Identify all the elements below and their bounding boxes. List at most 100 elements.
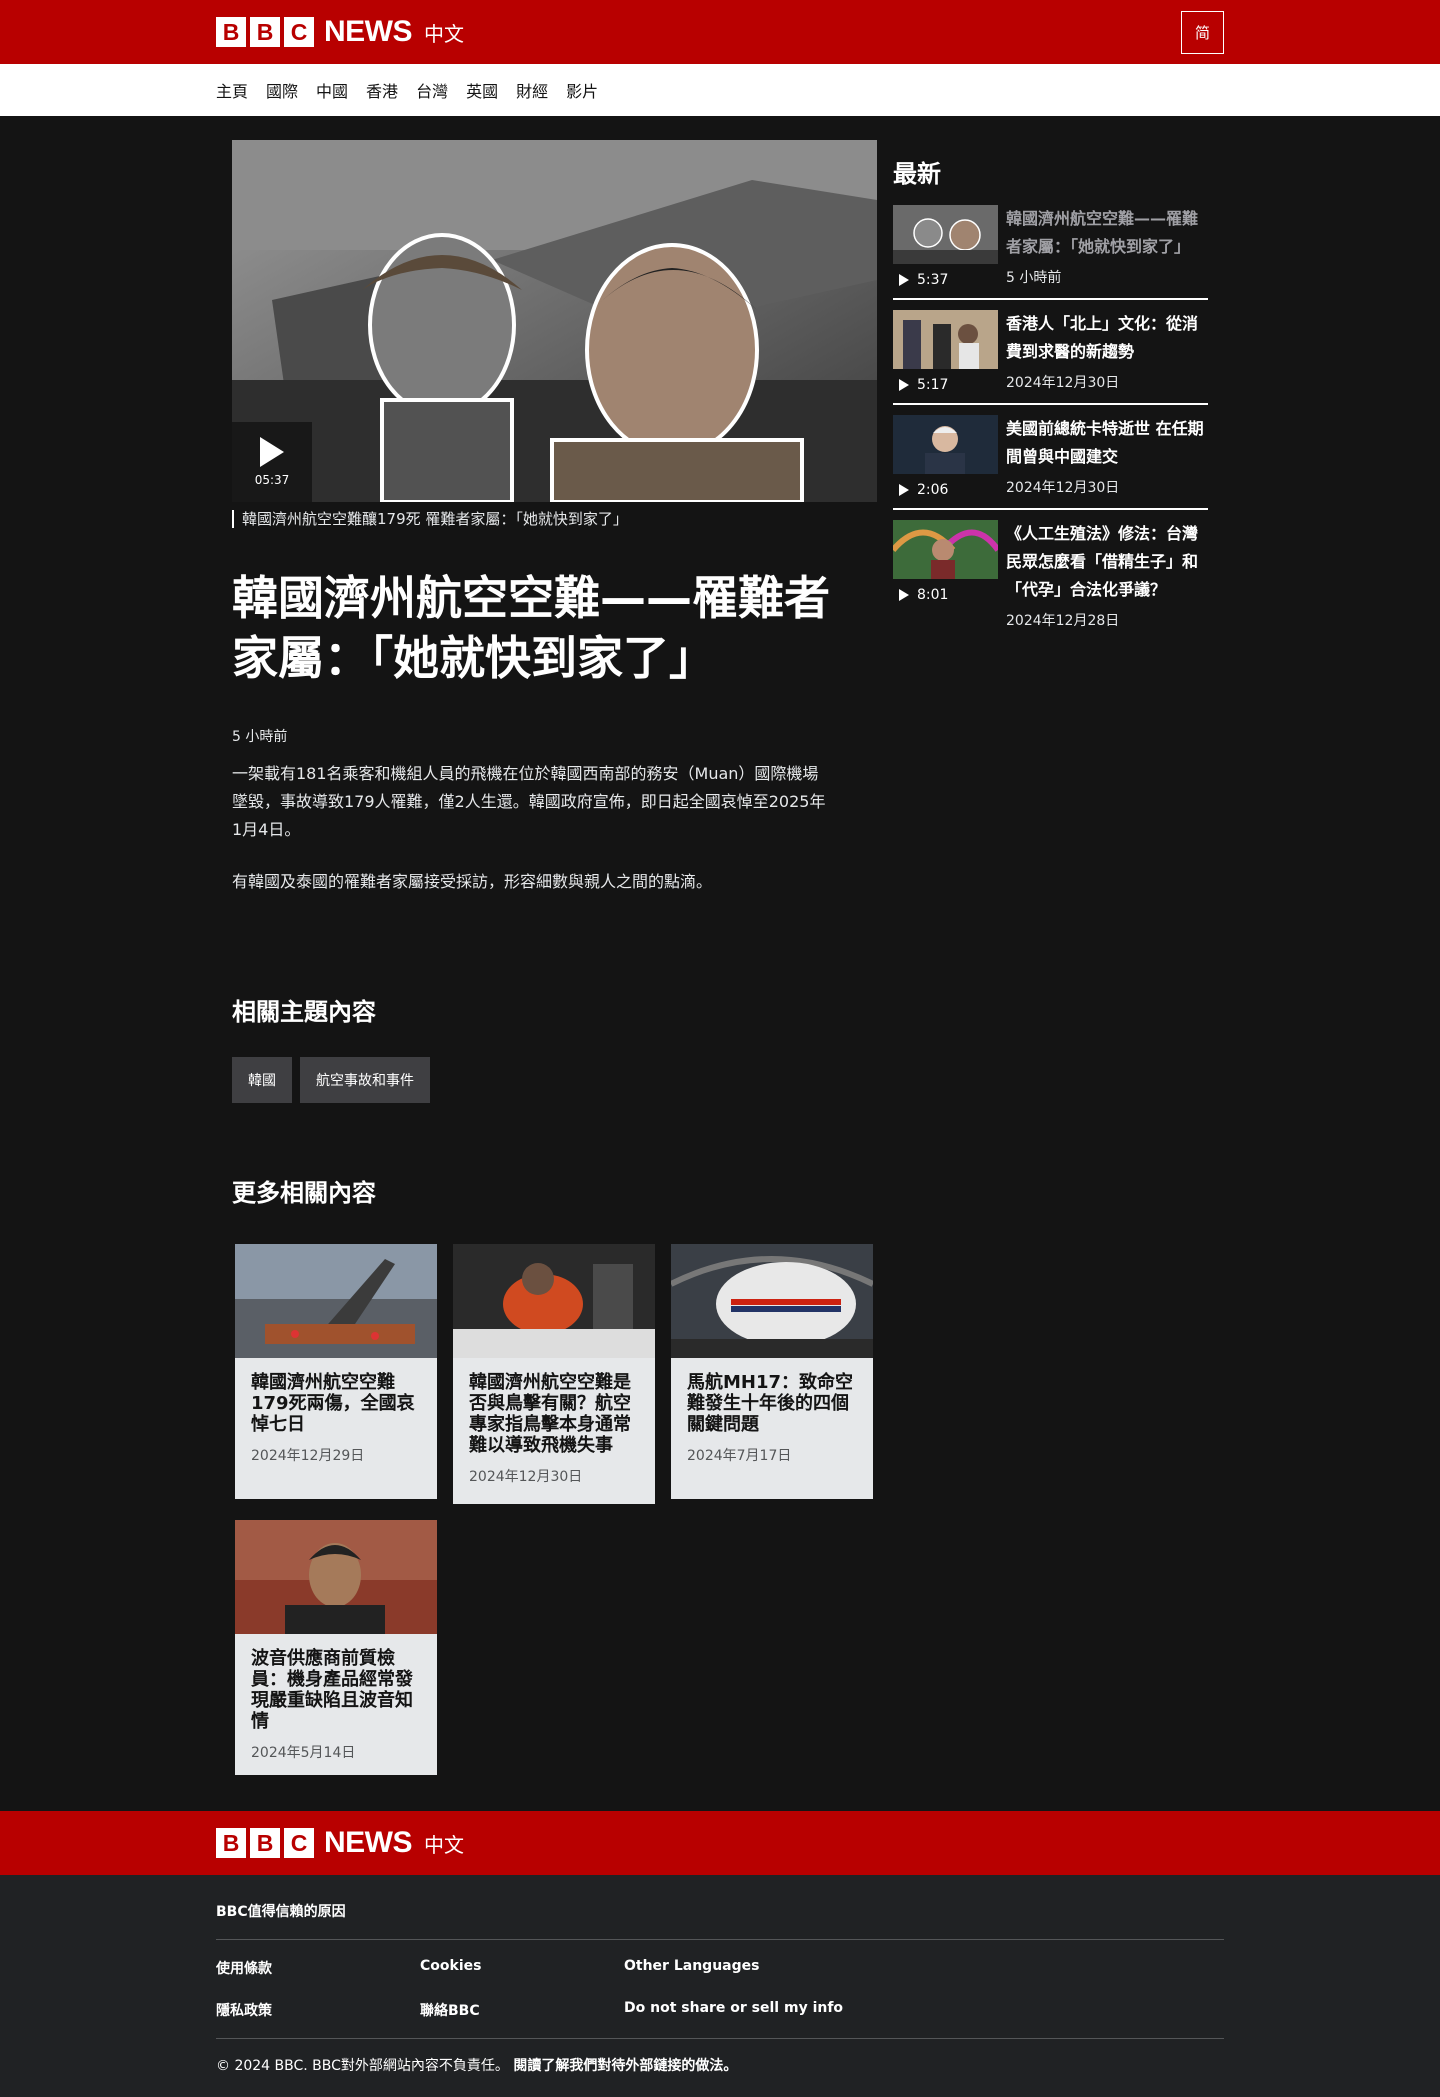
logo-letter-c: C xyxy=(284,17,314,47)
logo-letter-b1: B xyxy=(216,17,246,47)
latest-item-thumbnail xyxy=(893,520,998,579)
video-duration: 05:37 xyxy=(254,473,290,487)
topic-tag-korea[interactable]: 韓國 xyxy=(232,1057,292,1103)
copyright-notice: © 2024 BBC. BBC對外部網站內容不負責任。 閱讀了解我們對待外部鏈接… xyxy=(216,2055,1224,2075)
related-card-title: 韓國濟州航空空難是否與鳥擊有關？航空專家指鳥擊本身通常難以導致飛機失事 xyxy=(469,1372,631,1456)
related-card-image xyxy=(671,1244,873,1358)
logo-letter-b1: B xyxy=(216,1828,246,1858)
nav-item-uk[interactable]: 英國 xyxy=(466,78,498,102)
related-card-date: 2024年12月29日 xyxy=(251,1448,365,1464)
latest-item-title: 《人工生殖法》修法：台灣民眾怎麼看「借精生子」和「代孕」合法化爭議？ xyxy=(1006,524,1199,599)
article-paragraph: 一架載有181名乘客和機組人員的飛機在位於韓國西南部的務安（Muan）國際機場墜… xyxy=(232,764,826,839)
latest-item-title: 香港人「北上」文化：從消費到求醫的新趨勢 xyxy=(1006,314,1199,361)
logo-letter-c: C xyxy=(284,1828,314,1858)
logo-language-text: 中文 xyxy=(424,1832,464,1857)
latest-item-date: 2024年12月30日 xyxy=(1006,375,1120,391)
play-icon xyxy=(899,379,909,391)
latest-item-title: 韓國濟州航空空難——罹難者家屬：「她就快到家了」 xyxy=(1006,209,1199,256)
latest-item-title: 美國前總統卡特逝世 在任期間曾與中國建交 xyxy=(1006,419,1204,466)
latest-item-duration: 2:06 xyxy=(917,482,949,498)
main-navigation: 主頁 國際 中國 香港 台灣 英國 財經 影片 xyxy=(0,64,1440,116)
latest-item-date: 2024年12月30日 xyxy=(1006,480,1120,496)
latest-item[interactable]: 2:06 美國前總統卡特逝世 在任期間曾與中國建交 2024年12月30日 xyxy=(893,403,1208,508)
footer-link-cookies[interactable]: Cookies xyxy=(420,1958,624,1978)
related-card-date: 2024年7月17日 xyxy=(687,1448,792,1464)
related-card-title: 波音供應商前質檢員：機身產品經常發現嚴重缺陷且波音知情 xyxy=(251,1648,413,1732)
copyright-text: © 2024 BBC. BBC對外部網站內容不負責任。 xyxy=(216,2058,509,2074)
article-timestamp: 5 小時前 xyxy=(232,729,288,745)
latest-item-date: 2024年12月28日 xyxy=(1006,613,1120,629)
topic-tags: 韓國 航空事故和事件 xyxy=(232,1057,877,1103)
footer-link-privacy[interactable]: 隱私政策 xyxy=(216,2000,420,2020)
latest-item-duration: 8:01 xyxy=(917,587,949,603)
video-thumbnail-image xyxy=(232,140,877,502)
simplified-chinese-toggle-button[interactable]: 简 xyxy=(1181,10,1224,54)
related-cards-grid: 韓國濟州航空空難179死兩傷，全國哀悼七日 2024年12月29日 韓國濟州航空… xyxy=(232,1244,892,1775)
play-video-button[interactable]: 05:37 xyxy=(232,422,312,502)
latest-title: 最新 xyxy=(893,160,941,188)
article-column: 05:37 韓國濟州航空空難釀179死 罹難者家屬：「她就快到家了」 韓國濟州航… xyxy=(232,140,877,1775)
footer-link-do-not-sell[interactable]: Do not share or sell my info xyxy=(624,2000,924,2020)
nav-item-video[interactable]: 影片 xyxy=(566,78,598,102)
footer-link-contact[interactable]: 聯絡BBC xyxy=(420,2000,624,2020)
play-icon xyxy=(260,437,284,467)
related-card[interactable]: 韓國濟州航空空難179死兩傷，全國哀悼七日 2024年12月29日 xyxy=(235,1244,437,1499)
related-topics-section: 相關主題內容 韓國 航空事故和事件 xyxy=(232,992,877,1103)
footer-bbc-news-logo[interactable]: B B C NEWS 中文 xyxy=(216,1826,464,1860)
latest-sidebar: 最新 5:37 韓國濟州航空空難——罹難者家屬：「她就快到家了」 5 小時前 5… xyxy=(893,140,1208,1775)
nav-item-home[interactable]: 主頁 xyxy=(216,78,248,102)
nav-item-international[interactable]: 國際 xyxy=(266,78,298,102)
latest-item[interactable]: 5:17 香港人「北上」文化：從消費到求醫的新趨勢 2024年12月30日 xyxy=(893,298,1208,403)
related-card-date: 2024年5月14日 xyxy=(251,1745,356,1761)
main-content: 05:37 韓國濟州航空空難釀179死 罹難者家屬：「她就快到家了」 韓國濟州航… xyxy=(0,116,1440,1775)
nav-item-business[interactable]: 財經 xyxy=(516,78,548,102)
related-card-image xyxy=(453,1244,655,1358)
related-card[interactable]: 波音供應商前質檢員：機身產品經常發現嚴重缺陷且波音知情 2024年5月14日 xyxy=(235,1520,437,1775)
more-related-title: 更多相關內容 xyxy=(232,1179,376,1207)
latest-item-thumbnail xyxy=(893,310,998,369)
nav-item-taiwan[interactable]: 台灣 xyxy=(416,78,448,102)
logo-letter-b2: B xyxy=(250,1828,280,1858)
bbc-blocks-logo: B B C xyxy=(216,17,314,47)
related-card-image xyxy=(235,1244,437,1358)
related-card[interactable]: 韓國濟州航空空難是否與鳥擊有關？航空專家指鳥擊本身通常難以導致飛機失事 2024… xyxy=(453,1244,655,1504)
nav-item-china[interactable]: 中國 xyxy=(316,78,348,102)
latest-item-date: 5 小時前 xyxy=(1006,270,1062,286)
bbc-news-logo[interactable]: B B C NEWS 中文 xyxy=(216,15,464,49)
related-card-image xyxy=(235,1520,437,1634)
article-headline: 韓國濟州航空空難——罹難者家屬：「她就快到家了」 xyxy=(232,571,830,685)
footer-links: 使用條款 Cookies Other Languages 隱私政策 聯絡BBC … xyxy=(216,1940,1224,2039)
footer: BBC值得信賴的原因 使用條款 Cookies Other Languages … xyxy=(0,1875,1440,2097)
related-topics-title: 相關主題內容 xyxy=(232,998,376,1026)
play-icon xyxy=(899,484,909,496)
external-links-policy-link[interactable]: 閱讀了解我們對待外部鏈接的做法。 xyxy=(513,2058,737,2074)
logo-news-text: NEWS xyxy=(324,1826,413,1859)
play-icon xyxy=(899,274,909,286)
footer-link-other-languages[interactable]: Other Languages xyxy=(624,1958,924,1978)
latest-item-duration: 5:37 xyxy=(917,272,949,288)
logo-letter-b2: B xyxy=(250,17,280,47)
latest-item-thumbnail xyxy=(893,205,998,264)
related-card-title: 馬航MH17：致命空難發生十年後的四個關鍵問題 xyxy=(687,1372,854,1435)
footer-brand-bar: B B C NEWS 中文 xyxy=(0,1811,1440,1875)
more-related-section: 更多相關內容 韓國濟州航空空難179死兩傷，全國哀悼七日 2024年12月29日… xyxy=(232,1173,877,1775)
latest-item[interactable]: 8:01 《人工生殖法》修法：台灣民眾怎麼看「借精生子」和「代孕」合法化爭議？ … xyxy=(893,508,1208,640)
nav-item-hong-kong[interactable]: 香港 xyxy=(366,78,398,102)
related-card[interactable]: 馬航MH17：致命空難發生十年後的四個關鍵問題 2024年7月17日 xyxy=(671,1244,873,1499)
latest-item[interactable]: 5:37 韓國濟州航空空難——罹難者家屬：「她就快到家了」 5 小時前 xyxy=(893,205,1208,298)
video-caption: 韓國濟州航空空難釀179死 罹難者家屬：「她就快到家了」 xyxy=(232,510,877,528)
related-card-date: 2024年12月30日 xyxy=(469,1469,583,1485)
logo-language-text: 中文 xyxy=(424,21,464,46)
related-card-title: 韓國濟州航空空難179死兩傷，全國哀悼七日 xyxy=(251,1372,415,1435)
trust-bbc-link[interactable]: BBC值得信賴的原因 xyxy=(216,1904,346,1920)
latest-item-duration: 5:17 xyxy=(917,377,949,393)
bbc-blocks-logo: B B C xyxy=(216,1828,314,1858)
latest-item-thumbnail xyxy=(893,415,998,474)
top-header: B B C NEWS 中文 简 xyxy=(0,0,1440,64)
topic-tag-aviation-accidents[interactable]: 航空事故和事件 xyxy=(300,1057,430,1103)
article-paragraph: 有韓國及泰國的罹難者家屬接受採訪，形容細數與親人之間的點滴。 xyxy=(232,872,713,891)
play-icon xyxy=(899,589,909,601)
video-player[interactable]: 05:37 xyxy=(232,140,877,502)
footer-link-terms[interactable]: 使用條款 xyxy=(216,1958,420,1978)
logo-news-text: NEWS xyxy=(324,15,413,48)
